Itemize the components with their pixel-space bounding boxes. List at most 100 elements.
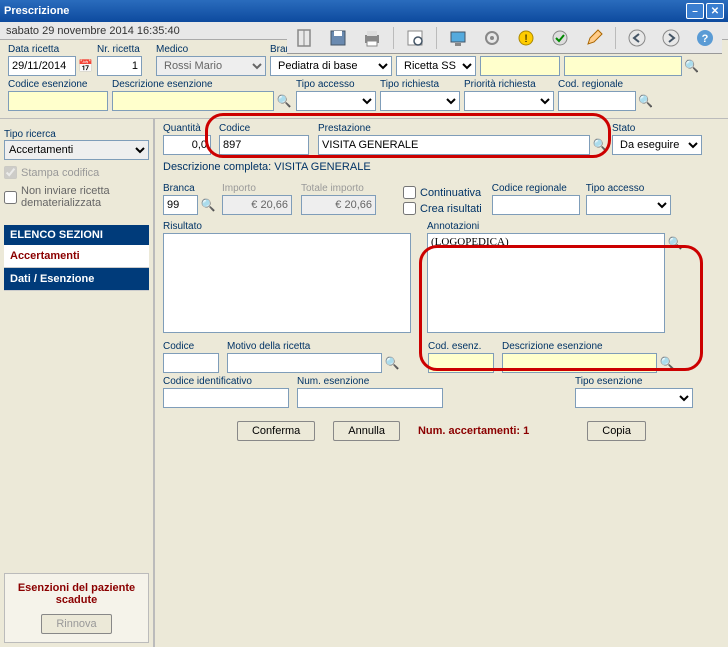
- preview-icon[interactable]: [402, 25, 428, 51]
- tipo-acc-mid-label: Tipo accesso: [586, 183, 671, 194]
- lookup-icon[interactable]: 🔍: [638, 93, 653, 109]
- cod-esenz2-input[interactable]: [428, 353, 494, 373]
- next-icon[interactable]: [658, 25, 684, 51]
- prestazione-input[interactable]: [318, 135, 590, 155]
- num-accertamenti: Num. accertamenti: 1: [418, 425, 529, 437]
- sidebar-item-dati-esenzione[interactable]: Dati / Esenzione: [4, 268, 149, 291]
- descrizione-completa: Descrizione completa: VISITA GENERALE: [163, 161, 720, 173]
- desc-esenz-input[interactable]: [112, 91, 274, 111]
- cod-regionale-label: Cod. regionale: [558, 79, 653, 90]
- num-esenz-input[interactable]: [297, 388, 443, 408]
- tipo-accesso-select[interactable]: [296, 91, 376, 111]
- stampa-codifica-check: [4, 166, 17, 179]
- close-button[interactable]: ✕: [706, 3, 724, 19]
- settings-icon[interactable]: [479, 25, 505, 51]
- non-inviare-label: Non inviare ricetta dematerializzata: [21, 185, 149, 209]
- toolbar: ! ?: [287, 22, 722, 54]
- cod-reg-mid-label: Codice regionale: [492, 183, 582, 194]
- prev-icon[interactable]: [624, 25, 650, 51]
- edit-icon[interactable]: [581, 25, 607, 51]
- annulla-button[interactable]: Annulla: [333, 421, 400, 441]
- tipo-ricerca-select[interactable]: Accertamenti: [4, 140, 149, 160]
- cod-esenz-input[interactable]: [8, 91, 108, 111]
- priorita-label: Priorità richiesta: [464, 79, 554, 90]
- crea-risultati-label: Crea risultati: [420, 203, 482, 215]
- book-icon[interactable]: [291, 25, 317, 51]
- codice2-input[interactable]: [163, 353, 219, 373]
- cod-id-input[interactable]: [163, 388, 289, 408]
- cod-reg-mid-input[interactable]: [492, 195, 580, 215]
- minimize-button[interactable]: –: [686, 3, 704, 19]
- lookup-icon[interactable]: 🔍: [384, 355, 400, 371]
- cod-esenz2-label: Cod. esenz.: [428, 341, 498, 352]
- lookup-icon[interactable]: 🔍: [684, 58, 699, 74]
- quantita-label: Quantità: [163, 123, 215, 134]
- annotazioni-textarea[interactable]: (LOGOPEDICA): [427, 233, 665, 333]
- totale-input: [301, 195, 376, 215]
- tipo-acc-mid-select[interactable]: [586, 195, 671, 215]
- quantita-input[interactable]: [163, 135, 211, 155]
- non-inviare-check[interactable]: [4, 191, 17, 204]
- continuativa-label: Continuativa: [420, 187, 481, 199]
- datetime: sabato 29 novembre 2014 16:35:40: [6, 25, 180, 37]
- lookup-icon[interactable]: 🔍: [659, 355, 675, 371]
- disc-check-icon[interactable]: [547, 25, 573, 51]
- svg-text:!: !: [524, 33, 527, 45]
- codice-mid-input[interactable]: [219, 135, 309, 155]
- monitor-icon[interactable]: [445, 25, 471, 51]
- desc-esenz2-label: Descrizione esenzione: [502, 341, 677, 352]
- calendar-icon[interactable]: 📅: [78, 58, 93, 74]
- lookup-icon[interactable]: 🔍: [592, 137, 608, 153]
- esenzioni-text: Esenzioni del paziente scadute: [9, 582, 144, 606]
- formato-select[interactable]: Ricetta SSN: [396, 56, 476, 76]
- totale-label: Totale importo: [301, 183, 381, 194]
- data-ricetta-label: Data ricetta: [8, 44, 93, 55]
- esenzioni-box: Esenzioni del paziente scadute Rinnova: [4, 573, 149, 643]
- svg-text:?: ?: [702, 33, 709, 45]
- branca-select[interactable]: Pediatra di base: [270, 56, 392, 76]
- desc-esenz-label: Descrizione esenzione: [112, 79, 292, 90]
- tipo-esenz-label: Tipo esenzione: [575, 376, 695, 387]
- nr-ricetta-label: Nr. ricetta: [97, 44, 152, 55]
- stampa-codifica-label: Stampa codifica: [21, 167, 99, 179]
- crea-risultati-check[interactable]: [403, 202, 416, 215]
- data-ricetta-input[interactable]: [8, 56, 76, 76]
- tipo-richiesta-select[interactable]: [380, 91, 460, 111]
- save-icon[interactable]: [325, 25, 351, 51]
- motivo2-label: Motivo della ricetta: [227, 341, 402, 352]
- stato-select[interactable]: Da eseguire: [612, 135, 702, 155]
- lookup-icon[interactable]: 🔍: [276, 93, 292, 109]
- medico-label: Medico: [156, 44, 266, 55]
- nr-ricetta-input[interactable]: [97, 56, 142, 76]
- continuativa-check[interactable]: [403, 186, 416, 199]
- sidebar-item-accertamenti[interactable]: Accertamenti: [4, 245, 149, 268]
- tipo-ricerca-label: Tipo ricerca: [4, 129, 149, 140]
- priorita-select[interactable]: [464, 91, 554, 111]
- tipo-esenz-select[interactable]: [575, 388, 693, 408]
- codice-mid-label: Codice: [219, 123, 314, 134]
- codice-input[interactable]: [480, 56, 560, 76]
- desc-esenz2-input[interactable]: [502, 353, 657, 373]
- rinnova-button[interactable]: Rinnova: [41, 614, 111, 634]
- tipo-richiesta-label: Tipo richiesta: [380, 79, 460, 90]
- help-icon[interactable]: ?: [692, 25, 718, 51]
- risultato-label: Risultato: [163, 221, 413, 232]
- medico-select[interactable]: Rossi Mario: [156, 56, 266, 76]
- lookup-icon[interactable]: 🔍: [200, 197, 216, 213]
- num-esenz-label: Num. esenzione: [297, 376, 447, 387]
- risultato-textarea[interactable]: [163, 233, 411, 333]
- annotazioni-label: Annotazioni: [427, 221, 685, 232]
- stato-label: Stato: [612, 123, 702, 134]
- print-icon[interactable]: [359, 25, 385, 51]
- motivo-input[interactable]: [564, 56, 682, 76]
- branca-mid-label: Branca: [163, 183, 218, 194]
- copia-button[interactable]: Copia: [587, 421, 646, 441]
- conferma-button[interactable]: Conferma: [237, 421, 315, 441]
- disc-warn-icon[interactable]: !: [513, 25, 539, 51]
- codice2-label: Codice: [163, 341, 223, 352]
- motivo2-input[interactable]: [227, 353, 382, 373]
- lookup-icon[interactable]: 🔍: [667, 235, 683, 251]
- branca-mid-input[interactable]: [163, 195, 198, 215]
- cod-regionale-input[interactable]: [558, 91, 636, 111]
- tipo-accesso-label: Tipo accesso: [296, 79, 376, 90]
